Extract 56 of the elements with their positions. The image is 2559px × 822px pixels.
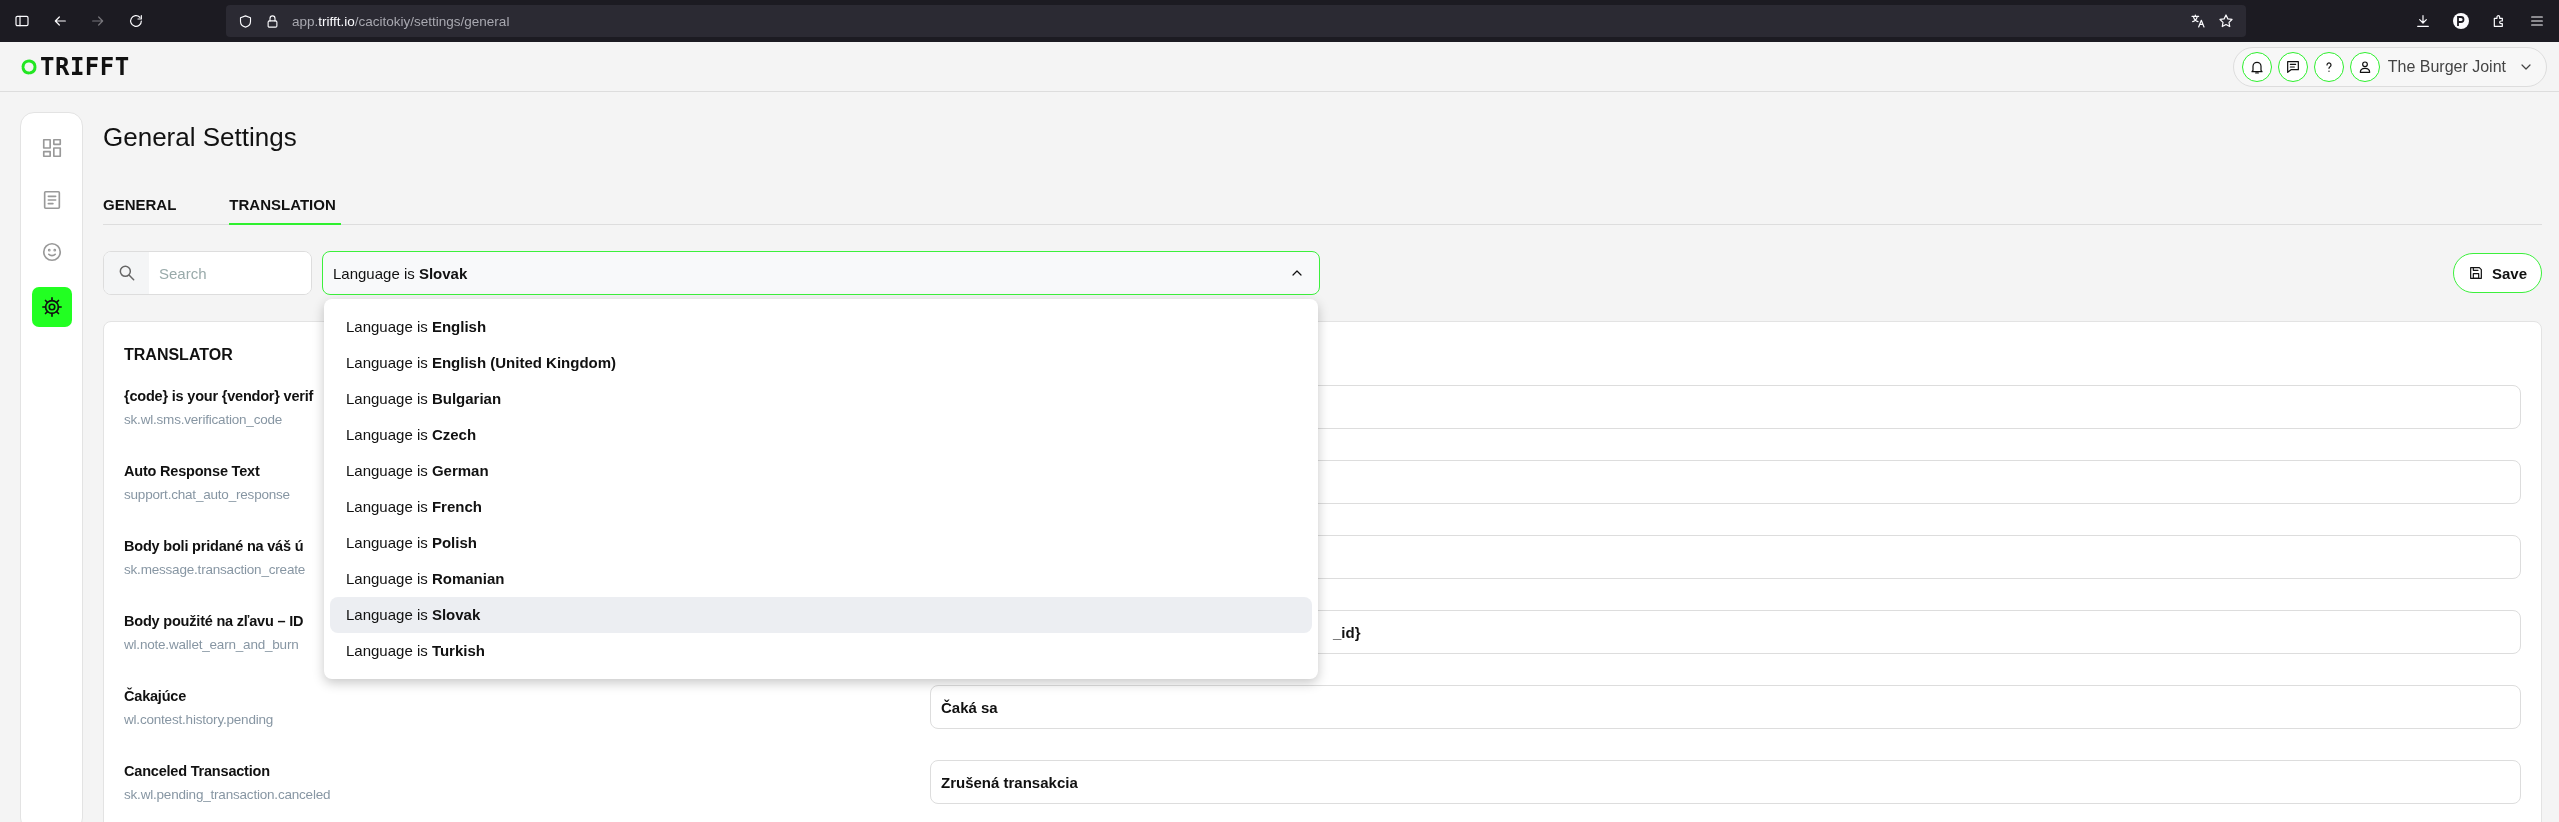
language-option[interactable]: Language is Slovak <box>330 597 1312 633</box>
translation-label: Canceled Transaction <box>124 762 270 779</box>
forward-icon <box>90 13 106 29</box>
help-button[interactable] <box>2313 51 2344 82</box>
language-option[interactable]: Language is Polish <box>330 525 1312 561</box>
language-option[interactable]: Language is Czech <box>330 417 1312 453</box>
sidebar-item[interactable] <box>31 287 72 327</box>
translation-key: sk.message.transaction_create <box>124 561 306 577</box>
translation-key: wl.note.wallet_earn_and_burn <box>124 636 299 652</box>
ring-logo-icon <box>20 57 38 76</box>
back-icon <box>52 13 68 29</box>
language-option[interactable]: Language is Bulgarian <box>330 381 1312 417</box>
language-option[interactable]: Language is German <box>330 453 1312 489</box>
page-title: General Settings <box>103 122 298 152</box>
translation-key: wl.contest.history.pending <box>124 711 274 727</box>
url-text: app.trifft.io/cacitokiy/settings/general <box>292 13 510 29</box>
translation-input[interactable]: Čaká sa <box>930 685 2521 729</box>
language-option[interactable]: Language is English (United Kingdom) <box>330 345 1312 381</box>
menu-icon <box>2529 13 2545 29</box>
messages-button[interactable] <box>2277 51 2308 82</box>
star-icon <box>2218 13 2234 29</box>
language-dropdown[interactable]: Language is Slovak <box>322 251 1320 295</box>
translation-label: Auto Response Text <box>124 462 260 479</box>
translation-key: support.chat_auto_response <box>124 486 290 502</box>
tab[interactable]: TRANSLATION <box>229 196 341 225</box>
dashboard-icon <box>40 137 63 159</box>
translation-key: sk.wl.pending_transaction.canceled <box>124 786 331 802</box>
translation-label: Body použité na zľavu – ID <box>124 612 304 629</box>
download-icon <box>2415 13 2431 29</box>
tab[interactable]: GENERAL <box>103 196 182 225</box>
save-button[interactable]: Save <box>2452 253 2542 293</box>
card-title: TRANSLATOR <box>124 346 233 364</box>
profile-icon[interactable] <box>2453 13 2469 29</box>
translation-label: {code} is your {vendor} verif <box>124 387 314 404</box>
address-bar[interactable]: app.trifft.io/cacitokiy/settings/general <box>226 5 2246 37</box>
translate-icon <box>2190 13 2206 29</box>
translation-label: Body boli pridané na váš ú <box>124 537 304 554</box>
settings-icon <box>40 296 63 318</box>
floppy-icon <box>2467 265 2484 281</box>
logo-text: TRIFFT <box>40 52 130 81</box>
chat-icon <box>2284 58 2301 75</box>
sidebar-icon <box>14 13 30 29</box>
lock-icon <box>265 13 280 29</box>
translation-key: sk.wl.sms.verification_code <box>124 411 283 427</box>
translation-input[interactable]: Zrušená transakcia <box>930 760 2521 804</box>
translation-label: Čakajúce <box>124 687 187 704</box>
search-field[interactable]: Search <box>103 251 312 295</box>
notifications-button[interactable] <box>2241 51 2272 82</box>
user-button[interactable] <box>2349 51 2380 82</box>
reload-icon <box>128 13 144 29</box>
smiley-icon <box>40 241 63 263</box>
language-option[interactable]: Language is English <box>330 309 1312 345</box>
language-option[interactable]: Language is Romanian <box>330 561 1312 597</box>
language-option[interactable]: Language is French <box>330 489 1312 525</box>
shield-icon <box>238 13 253 29</box>
account-selector[interactable]: The Burger Joint <box>2387 57 2534 76</box>
